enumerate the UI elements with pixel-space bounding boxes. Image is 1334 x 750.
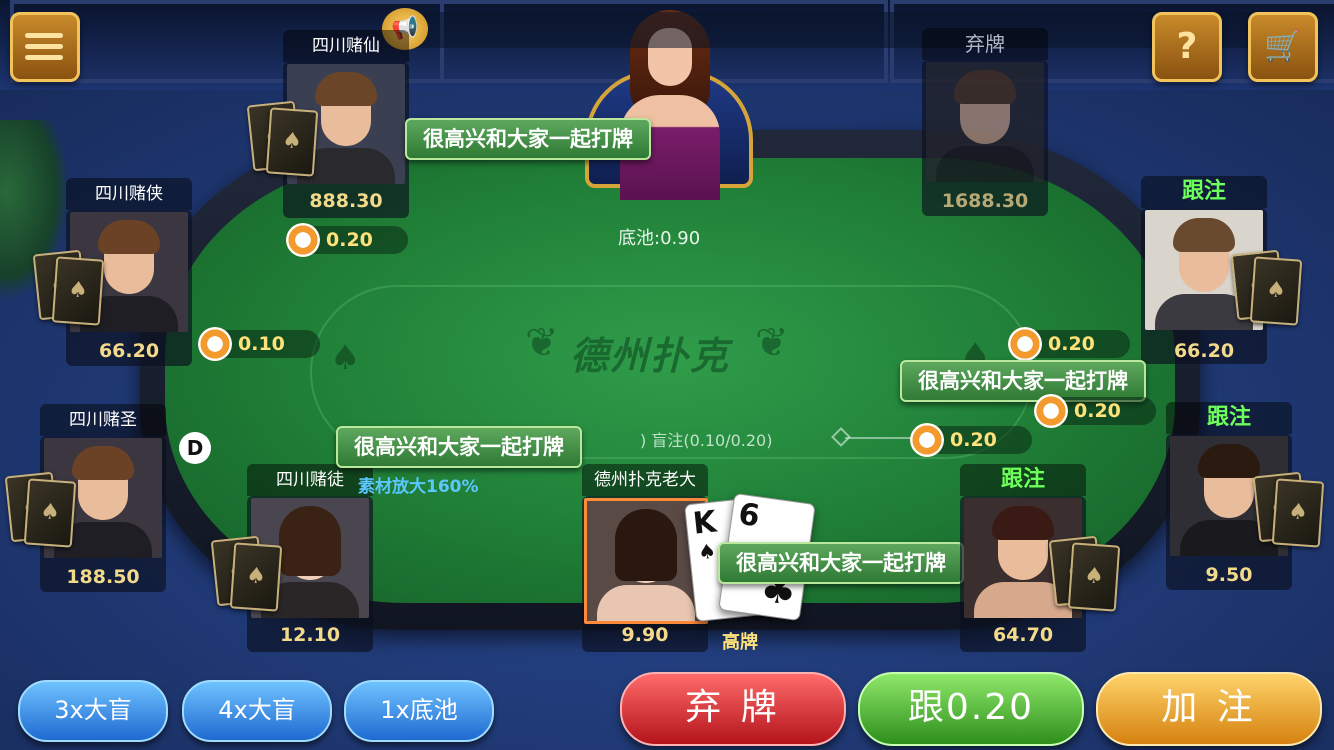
menu-icon: [25, 33, 63, 38]
menu-icon-bar: [25, 55, 63, 60]
player-bet-sichuan-xian: 0.20: [286, 223, 408, 257]
player-chips: 66.20: [98, 340, 160, 362]
help-icon: ?: [1176, 26, 1198, 67]
fold-button[interactable]: 弃 牌: [620, 672, 846, 746]
player-status: 跟注: [960, 464, 1086, 496]
help-button[interactable]: ?: [1152, 12, 1222, 82]
quick-bet-3x-big-blind[interactable]: 3x大盲: [18, 680, 168, 742]
card-rank: 6: [736, 496, 762, 535]
card-back-icon: [51, 256, 105, 326]
player-chips: 64.70: [992, 624, 1054, 646]
player-name: 四川赌圣: [40, 404, 166, 436]
dealer-marker-line: [845, 437, 920, 439]
player-bet-right-top: 0.20: [1008, 327, 1130, 361]
player-name: 德州扑克老大: [582, 464, 708, 496]
card-back-icon: [229, 542, 283, 612]
chip-icon: [198, 327, 232, 361]
shop-button[interactable]: 🛒: [1248, 12, 1318, 82]
chat-bubble-1: 很高兴和大家一起打牌: [405, 118, 651, 160]
card-back-icon: [1067, 542, 1121, 612]
player-avatar: [926, 62, 1044, 182]
chip-icon: [286, 223, 320, 257]
chat-bubble-3: 很高兴和大家一起打牌: [336, 426, 582, 468]
player-status: 跟注: [1141, 176, 1267, 208]
player-chips: 9.50: [1205, 564, 1253, 586]
player-cards-bottom-right: [1048, 535, 1121, 618]
card-suit-icon: ♠: [696, 538, 718, 565]
player-chips: 188.50: [66, 566, 140, 588]
bet-amount: 0.10: [238, 333, 285, 355]
hand-rank-label: 高牌: [722, 632, 758, 653]
player-chips: 1688.30: [941, 190, 1029, 212]
call-button[interactable]: 跟0.20: [858, 672, 1084, 746]
player-cards-sichuan-xian: [246, 100, 319, 183]
player-cards-sichuan-sheng: [4, 471, 77, 554]
menu-button[interactable]: [10, 12, 80, 82]
player-cards-right-mid: [1252, 471, 1325, 554]
chip-icon: [1008, 327, 1042, 361]
player-bet-right-mid: 0.20: [1034, 394, 1156, 428]
player-cards-right-top: [1230, 249, 1303, 332]
zoom-note: 素材放大160%: [358, 477, 479, 497]
dealer-button: D: [179, 432, 211, 464]
raise-button[interactable]: 加 注: [1096, 672, 1322, 746]
card-back-icon: [1249, 256, 1303, 326]
bet-amount: 0.20: [326, 229, 373, 251]
player-name: 四川赌侠: [66, 178, 192, 210]
blinds-label: ) 盲注(0.10/0.20): [640, 431, 773, 450]
table-logo: 德州扑克: [570, 334, 731, 378]
cart-icon: 🛒: [1264, 29, 1302, 64]
pot-label: 底池:0.90: [618, 228, 701, 249]
player-status: 跟注: [1166, 402, 1292, 434]
chat-bubble-4: 很高兴和大家一起打牌: [718, 542, 964, 584]
bet-amount: 0.20: [1048, 333, 1095, 355]
spade-left-icon: ♠: [330, 338, 361, 378]
quick-bet-4x-big-blind[interactable]: 4x大盲: [182, 680, 332, 742]
player-chips: 9.90: [621, 624, 669, 646]
card-back-icon: [265, 107, 319, 177]
chat-bubble-2: 很高兴和大家一起打牌: [900, 360, 1146, 402]
player-chips: 12.10: [279, 624, 341, 646]
quick-bet-1x-pot[interactable]: 1x底池: [344, 680, 494, 742]
menu-icon-bar: [25, 44, 63, 49]
chip-icon: [910, 423, 944, 457]
player-name: 四川赌徒: [247, 464, 373, 496]
card-back-icon: [1271, 478, 1325, 548]
player-chips: 66.20: [1173, 340, 1235, 362]
laurel-right-icon: ❦: [755, 320, 789, 366]
laurel-left-icon: ❦: [525, 320, 559, 366]
card-rank: K: [691, 504, 719, 542]
card-back-icon: [23, 478, 77, 548]
bet-amount: 0.20: [950, 429, 997, 451]
player-chips: 888.30: [309, 190, 383, 212]
player-cards-sichuan-tu: [210, 535, 283, 618]
player-name: 四川赌仙: [283, 30, 409, 62]
player-bet-bottom-right: 0.20: [910, 423, 1032, 457]
player-cards-sichuan-xia: [32, 249, 105, 332]
chip-icon: [1034, 394, 1068, 428]
bet-amount: 0.20: [1074, 400, 1121, 422]
player-status: 弃牌: [922, 28, 1048, 60]
player-bet-sichuan-xia: 0.10: [198, 327, 320, 361]
